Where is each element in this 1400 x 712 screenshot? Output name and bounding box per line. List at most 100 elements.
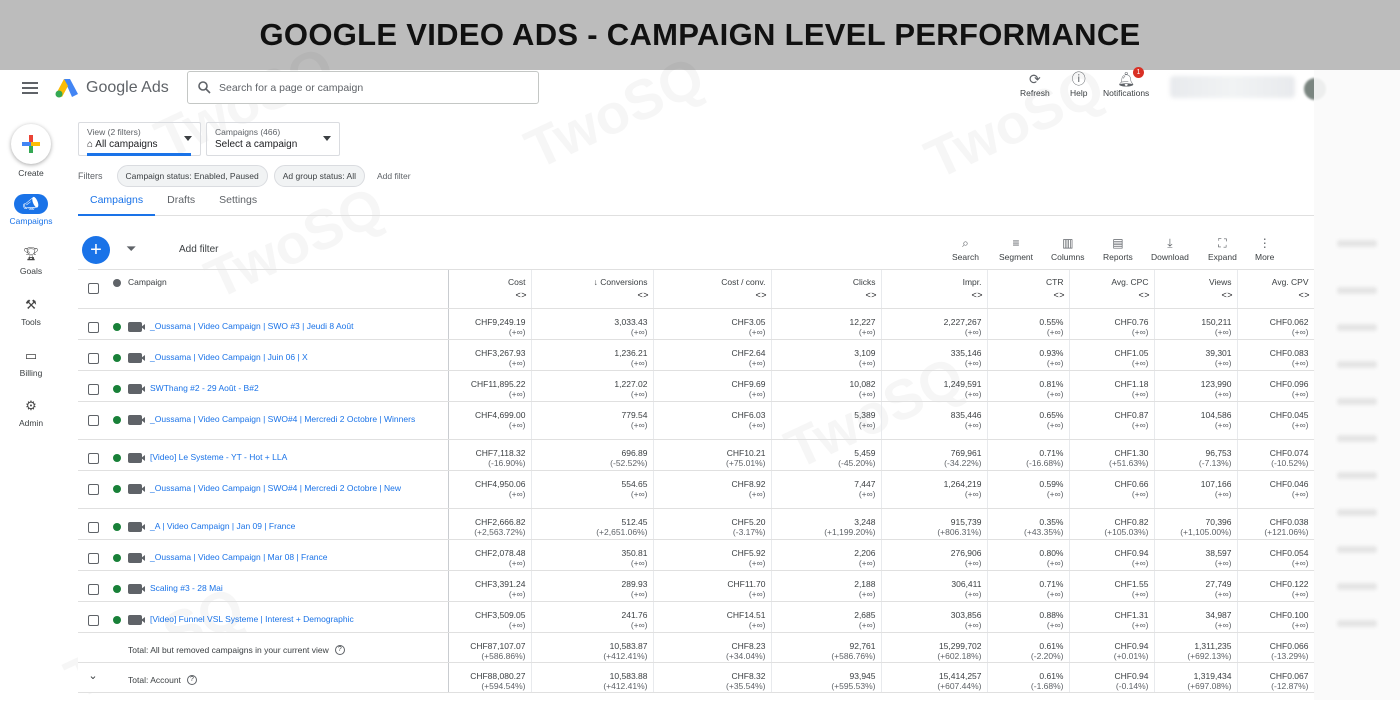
status-enabled-icon[interactable] [108,370,126,402]
col-views[interactable]: Views < > [1154,270,1238,309]
table-row[interactable]: _Oussama | Video Campaign | SWO #3 | Jeu… [78,308,1315,340]
metric-change: (+∞) [630,388,648,399]
table-row[interactable]: Scaling #3 - 28 Mai CHF3,391.24 (+∞) 289.93… [78,570,1315,602]
row-checkbox[interactable] [78,508,108,540]
row-checkbox[interactable] [78,308,108,340]
status-enabled-icon[interactable] [108,308,126,340]
table-row[interactable]: SWThang #2 - 29 Août - B#2 CHF11,895.22 (+… [78,370,1315,402]
add-filter-link[interactable]: Add filter [377,171,411,181]
col-avg-cpv[interactable]: Avg. CPV < > [1237,270,1315,309]
table-row[interactable]: [Video] Funnel VSL Systeme | Interest + … [78,601,1315,633]
help-icon[interactable]: ? [334,644,345,655]
megaphone-icon: 📣︎ [14,194,48,214]
table-row[interactable]: [Video] Le Systeme - YT - Hot + LLA CHF7,… [78,439,1315,471]
row-checkbox[interactable] [78,470,108,509]
nav-campaigns[interactable]: 📣︎ Campaigns [0,194,62,226]
total-row-control[interactable]: ⌄ [78,662,108,693]
help-button[interactable]: ⓘ Help [1070,70,1087,98]
row-checkbox[interactable] [78,539,108,571]
row-checkbox[interactable] [78,439,108,471]
metric-cell: 696.89 (-52.52%) [531,439,654,471]
status-enabled-icon[interactable] [108,339,126,371]
expand-button[interactable]: ⛶ Expand [1208,236,1237,262]
help-icon[interactable]: ? [186,674,197,685]
status-enabled-icon[interactable] [108,570,126,602]
campaign-link[interactable]: _Oussama | Video Campaign | Juin 06 | X [150,352,308,362]
filter-icon[interactable]: ⏷ [126,241,136,257]
total-metric-cell: CHF8.23 (+34.04%) [653,632,772,663]
filter-chip-ad-group-status[interactable]: Ad group status: All [273,165,366,187]
search-tool-button[interactable]: ⌕ Search [952,236,979,262]
segment-button[interactable]: ≡ Segment [999,236,1033,262]
nav-billing[interactable]: ▭ Billing [0,346,62,378]
nav-admin[interactable]: ⚙ Admin [0,396,62,428]
campaign-selector[interactable]: Campaigns (466) Select a campaign [206,122,340,156]
campaign-link[interactable]: [Video] Le Systeme - YT - Hot + LLA [150,452,287,462]
add-campaign-button[interactable]: + [82,236,110,264]
campaign-link[interactable]: [Video] Funnel VSL Systeme | Interest + … [150,614,354,624]
campaign-link[interactable]: _Oussama | Video Campaign | SWO#4 | Merc… [150,414,415,424]
col-ctr[interactable]: CTR < > [987,270,1070,309]
nav-tools[interactable]: ⚒ Tools [0,295,62,327]
row-checkbox[interactable] [78,570,108,602]
more-button[interactable]: ⋮ More [1255,236,1274,262]
toolbar-add-filter[interactable]: Add filter [179,244,218,255]
select-all-checkbox[interactable] [78,270,108,309]
metric-cell: CHF0.122 (+∞) [1237,570,1315,602]
refresh-button[interactable]: ⟳ Refresh [1020,70,1050,99]
col-conversions[interactable]: ↓ Conversions < > [531,270,654,309]
download-button[interactable]: ⤓ Download [1151,236,1189,262]
status-enabled-icon[interactable] [108,401,126,440]
col-clicks[interactable]: Clicks < > [771,270,882,309]
campaign-cell: _Oussama | Video Campaign | SWO#4 | Merc… [126,401,449,440]
campaign-link[interactable]: _Oussama | Video Campaign | SWO #3 | Jeu… [150,321,354,331]
nav-create[interactable]: Create [0,124,62,178]
status-enabled-icon[interactable] [108,508,126,540]
col-cost[interactable]: Cost < > [448,270,532,309]
metric-cell: CHF0.062 (+∞) [1237,308,1315,340]
view-selector[interactable]: View (2 filters) ⌂ All campaigns [78,122,201,156]
table-row[interactable]: _Oussama | Video Campaign | Mar 08 | Fra… [78,539,1315,571]
campaign-link[interactable]: SWThang #2 - 29 Août - B#2 [150,383,259,393]
tab-drafts[interactable]: Drafts [155,194,207,216]
metric-value: 10,082 [849,378,876,389]
campaign-link[interactable]: _A | Video Campaign | Jan 09 | France [150,521,295,531]
menu-icon[interactable] [22,82,38,94]
status-enabled-icon[interactable] [108,439,126,471]
table-row[interactable]: _Oussama | Video Campaign | Juin 06 | X C… [78,339,1315,371]
status-enabled-icon[interactable] [108,470,126,509]
nav-goals[interactable]: 🏆︎ Goals [0,244,62,276]
status-enabled-icon[interactable] [108,601,126,633]
notifications-button[interactable]: 🔔︎ 1 Notifications [1103,67,1149,98]
chevron-down-icon[interactable]: ⌄ [88,670,97,681]
row-checkbox[interactable] [78,401,108,440]
col-campaign[interactable]: Campaign [126,270,449,309]
table-row[interactable]: _A | Video Campaign | Jan 09 | France CHF… [78,508,1315,540]
total-metric-cell: 92,761 (+586.76%) [771,632,882,663]
tab-campaigns[interactable]: Campaigns [78,194,156,216]
campaign-table: Campaign Cost < > ↓ Conversions < > Cost /… [78,270,1315,693]
google-ads-logo[interactable]: Google Ads [55,78,169,98]
campaign-link[interactable]: _Oussama | Video Campaign | SWO#4 | Merc… [150,483,401,493]
col-avg-cpc[interactable]: Avg. CPC < > [1069,270,1155,309]
account-info[interactable] [1170,76,1295,98]
search-input[interactable]: Search for a page or campaign [187,71,539,104]
metric-value: 34,987 [1205,609,1232,620]
campaign-link[interactable]: _Oussama | Video Campaign | Mar 08 | Fra… [150,552,328,562]
status-enabled-icon[interactable] [108,539,126,571]
table-row[interactable]: _Oussama | Video Campaign | SWO#4 | Merc… [78,401,1315,440]
table-row[interactable]: _Oussama | Video Campaign | SWO#4 | Merc… [78,470,1315,509]
campaign-link[interactable]: Scaling #3 - 28 Mai [150,583,223,593]
row-checkbox[interactable] [78,339,108,371]
metric-value: CHF8.92 [731,478,766,489]
tab-settings[interactable]: Settings [207,194,269,216]
metric-cell: 306,411 (+∞) [881,570,988,602]
reports-button[interactable]: ▤ Reports [1103,236,1133,262]
columns-button[interactable]: ▥ Columns [1051,236,1085,262]
filter-chip-campaign-status[interactable]: Campaign status: Enabled, Paused [116,165,268,187]
col-cost-per-conv[interactable]: Cost / conv. < > [653,270,772,309]
col-impr[interactable]: Impr. < > [881,270,988,309]
row-checkbox[interactable] [78,601,108,633]
row-checkbox[interactable] [78,370,108,402]
metric-value: 0.88% [1039,609,1064,620]
